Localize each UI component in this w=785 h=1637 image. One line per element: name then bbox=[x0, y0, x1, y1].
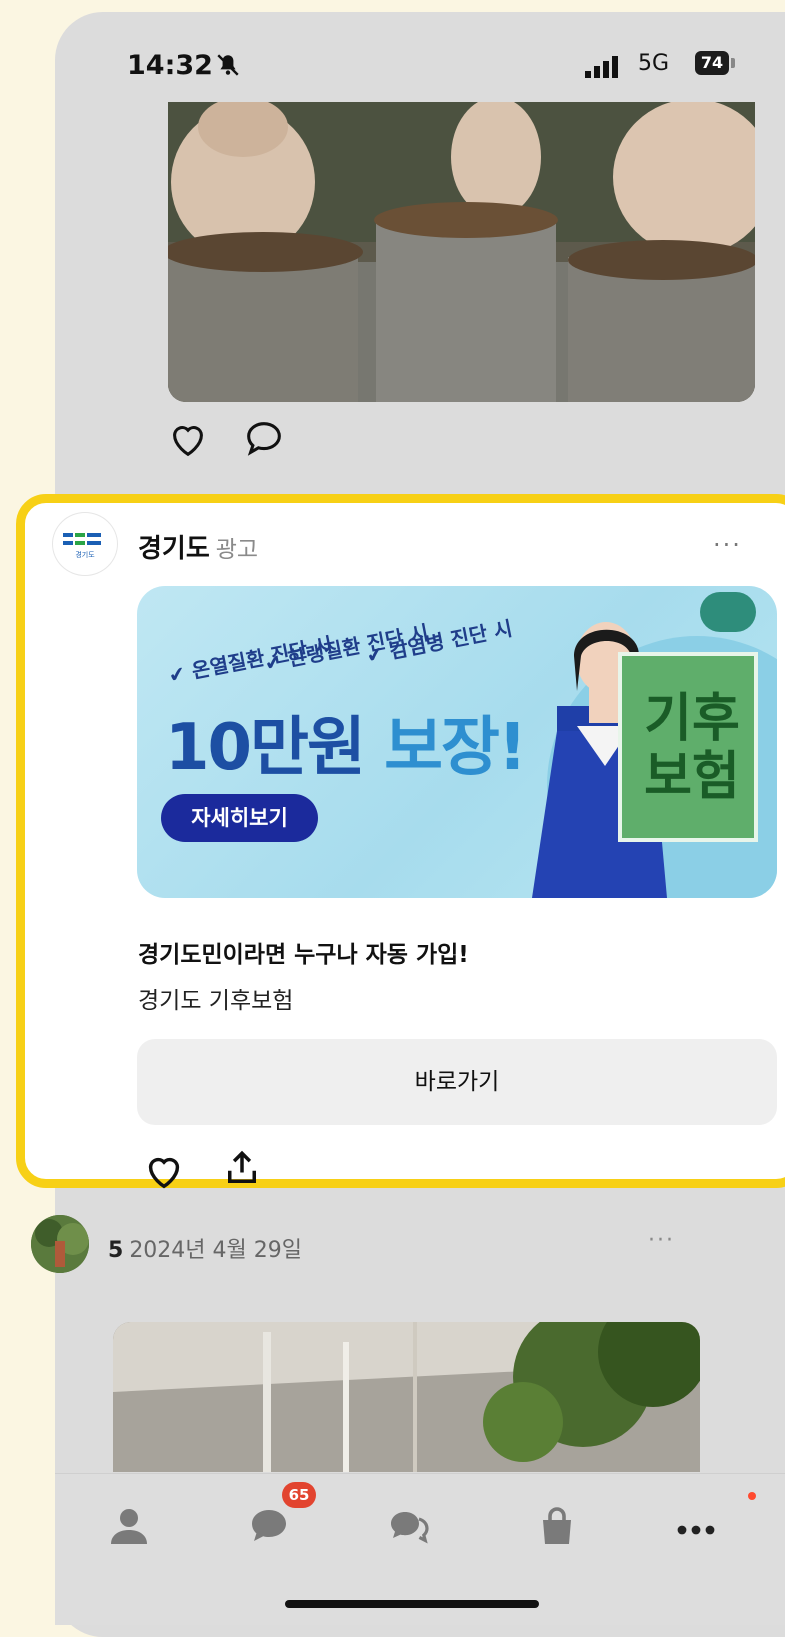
post-photo-indoor-plants[interactable] bbox=[113, 1322, 700, 1472]
banner-headline: 10만원 보장! bbox=[165, 696, 527, 788]
chat-tab-icon[interactable] bbox=[245, 1502, 293, 1550]
avatar[interactable] bbox=[31, 1215, 89, 1273]
banner-poster: 기후보험 bbox=[618, 652, 758, 842]
ad-banner-image[interactable]: ✔ 온열질환 진단 시 ✔ 한랭질환 진단 시 ✔ 감염병 진단 시 10만원 … bbox=[137, 586, 777, 898]
sponsored-ad-card: 경기도 경기도 광고 ··· ✔ 온열질환 진단 시 ✔ 한랭질환 진단 시 ✔ … bbox=[16, 494, 785, 1190]
heart-icon[interactable] bbox=[165, 416, 211, 462]
status-bar: 14:32 5G 74 bbox=[55, 12, 785, 100]
post-meta: 5 2024년 4월 29일 bbox=[108, 1232, 302, 1264]
post-number: 5 bbox=[108, 1238, 124, 1263]
post-photo-frog-statues[interactable] bbox=[168, 102, 755, 402]
status-time: 14:32 bbox=[127, 50, 213, 81]
ad-subtitle: 경기도 기후보험 bbox=[138, 988, 294, 1014]
advertiser-name-text: 경기도 bbox=[138, 534, 210, 564]
advertiser-logo[interactable]: 경기도 bbox=[52, 512, 118, 576]
more-notification-dot bbox=[748, 1492, 756, 1500]
signal-icon bbox=[585, 56, 618, 78]
heart-icon[interactable] bbox=[139, 1148, 189, 1194]
banner-amount: 10만원 bbox=[165, 711, 366, 785]
go-now-button[interactable]: 바로가기 bbox=[137, 1039, 777, 1125]
chat-unread-badge: 65 bbox=[282, 1482, 316, 1508]
advertiser-name[interactable]: 경기도 광고 bbox=[138, 528, 258, 565]
post-more-button[interactable]: ··· bbox=[648, 1228, 675, 1253]
ad-headline: 경기도민이라면 누구나 자동 가입! bbox=[138, 942, 469, 968]
ad-label: 광고 bbox=[215, 537, 259, 563]
silent-bell-icon bbox=[217, 54, 239, 76]
comment-icon[interactable] bbox=[241, 416, 287, 462]
share-icon[interactable] bbox=[221, 1148, 263, 1190]
shopping-tab-icon[interactable] bbox=[533, 1502, 581, 1550]
logo-caption: 경기도 bbox=[75, 550, 95, 559]
banner-guarantee: 보장! bbox=[384, 711, 527, 785]
friends-tab-icon[interactable] bbox=[105, 1502, 153, 1550]
poster-title: 기후보험 bbox=[644, 689, 740, 807]
banner-details-button[interactable]: 자세히보기 bbox=[161, 794, 318, 842]
ad-more-button[interactable]: ··· bbox=[713, 531, 742, 559]
home-indicator bbox=[285, 1600, 539, 1608]
post-date: 2024년 4월 29일 bbox=[129, 1238, 302, 1263]
battery-level: 74 bbox=[695, 51, 729, 75]
more-tab-icon[interactable] bbox=[672, 1502, 720, 1550]
openchat-tab-icon[interactable] bbox=[385, 1502, 433, 1550]
network-type: 5G bbox=[638, 51, 670, 76]
battery-cap bbox=[731, 58, 735, 68]
banner-corner-badge bbox=[700, 592, 756, 632]
